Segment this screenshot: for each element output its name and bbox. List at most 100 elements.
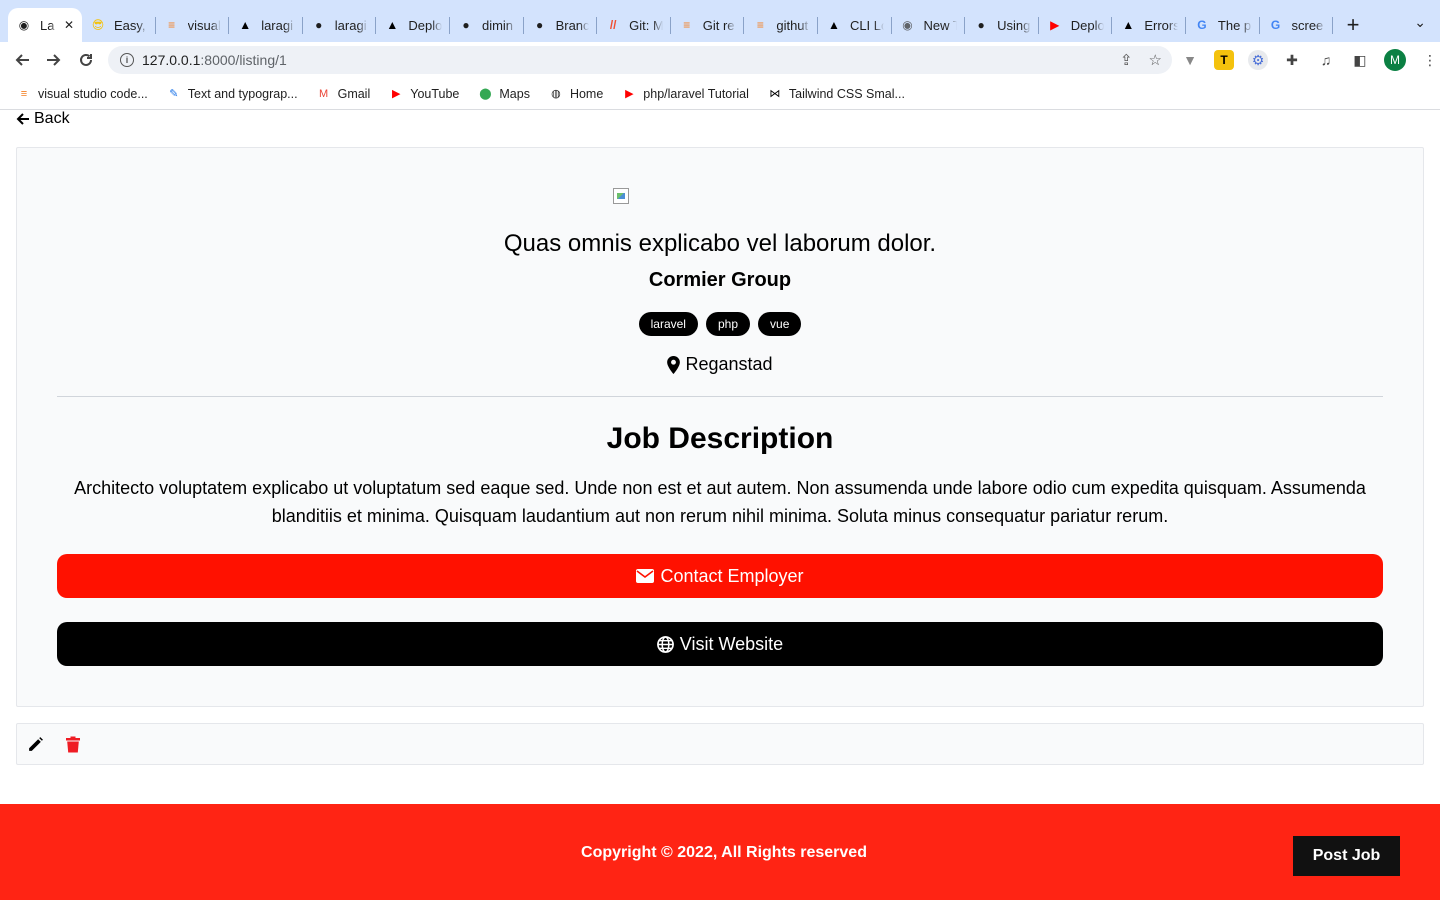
job-location: Reganstad [17,354,1423,375]
job-title: Quas omnis explicabo vel laborum dolor. [503,230,937,257]
tag-php[interactable]: php [705,312,751,336]
bookmark-item[interactable]: ▶ YouTube [388,86,459,102]
contact-employer-button[interactable]: Contact Employer [57,554,1383,598]
browser-tab[interactable]: 😎 Easy, [82,8,156,42]
visit-website-button[interactable]: Visit Website [57,622,1383,666]
extensions-puzzle-icon[interactable]: ✚ [1282,50,1302,70]
url-host: 127.0.0.1 [142,52,201,68]
github-icon: ● [977,18,985,32]
tab-title: Git: M [629,17,663,33]
globe-icon: ◍ [551,88,561,100]
media-controls-icon[interactable]: ♫ [1316,50,1336,70]
browser-tab[interactable]: ▶ Deplo [1039,8,1113,42]
browser-tab[interactable]: ◉ La ✕ [8,8,82,42]
back-link[interactable]: Back [16,110,70,128]
bookmark-star-icon[interactable]: ☆ [1149,51,1162,69]
tab-title: The p [1217,17,1252,33]
bookmark-item[interactable]: ▶ php/laravel Tutorial [621,86,749,102]
back-arrow-icon[interactable] [6,44,38,76]
maps-pin-icon: ⬤ [479,88,492,100]
back-label: Back [34,110,70,127]
tab-title: Deplo [1070,17,1105,33]
google-icon: G [1197,18,1207,32]
bowtie-icon: ⋈ [769,88,781,100]
listing-actions-bar [16,723,1424,765]
new-tab-button[interactable]: + [1333,8,1373,42]
tab-list: ◉ La ✕ 😎 Easy, ≡ visual ▲ laragi ● laragi ▲ Deplo ● di… [8,8,1334,42]
extension-t-icon[interactable]: T [1214,50,1234,70]
forward-arrow-icon[interactable] [38,44,70,76]
vue-devtools-icon[interactable]: ▼ [1180,50,1200,70]
tab-title: Deplo [408,17,442,33]
bookmark-item[interactable]: M Gmail [316,86,371,102]
vercel-icon: ▲ [1122,18,1135,32]
bookmark-label: visual studio code... [38,86,148,101]
git-icon: // [609,18,617,32]
tab-title: Git re [702,17,735,33]
section-divider [57,396,1383,397]
browser-tab[interactable]: ● Using [965,8,1039,42]
edit-pencil-icon[interactable] [25,734,45,754]
bookmark-label: Tailwind CSS Smal... [788,86,905,101]
browser-tab[interactable]: ● laragi [303,8,377,42]
listing-card: Quas omnis explicabo vel laborum dolor. … [16,147,1424,707]
browser-tab[interactable]: ▲ Deplo [376,8,450,42]
browser-tab[interactable]: ▲ CLI Lo [818,8,892,42]
tab-title: dimin [481,17,514,33]
bookmark-label: YouTube [410,86,460,101]
post-job-button[interactable]: Post Job [1293,836,1400,876]
gmail-icon: M [319,87,329,100]
tab-title: githut [776,17,809,33]
browser-menu-icon[interactable]: ⋮ [1420,50,1440,70]
youtube-icon: ▶ [392,88,401,100]
share-icon[interactable]: ⇪ [1120,51,1133,69]
browser-tab[interactable]: G The p [1186,8,1260,42]
tab-title: Errors [1144,17,1178,33]
browser-tab[interactable]: ◉ New T [892,8,966,42]
browser-tab[interactable]: // Git: M [597,8,671,42]
tab-close-icon[interactable]: ✕ [64,18,74,32]
stackoverflow-icon: ≡ [756,18,764,32]
bookmark-item[interactable]: ≡ visual studio code... [16,86,148,102]
envelope-icon [636,569,655,583]
address-bar[interactable]: i 127.0.0.1:8000/listing/1 ⇪ ☆ [108,46,1172,74]
browser-tab[interactable]: ▲ Errors [1112,8,1186,42]
stackoverflow-icon: ≡ [683,18,691,32]
browser-tab[interactable]: ≡ Git re [671,8,745,42]
vercel-icon: ▲ [386,18,399,32]
side-panel-icon[interactable]: ◧ [1350,50,1370,70]
location-label: Reganstad [685,354,773,374]
stackoverflow-icon: ≡ [168,18,176,32]
description-heading: Job Description [606,422,834,455]
profile-avatar[interactable]: M [1384,49,1406,71]
bookmark-item[interactable]: ⋈ Tailwind CSS Smal... [767,86,905,102]
browser-tab[interactable]: ▲ laragi [229,8,303,42]
vercel-icon: ▲ [239,18,252,32]
bookmark-item[interactable]: ⬤ Maps [477,86,530,102]
bookmark-label: php/laravel Tutorial [643,86,749,101]
bookmark-label: Home [569,86,604,101]
browser-tab[interactable]: ● Branc [524,8,598,42]
browser-tab[interactable]: Gscree [1260,8,1334,42]
browser-tab[interactable]: ≡ visual [156,8,230,42]
delete-trash-icon[interactable] [63,734,83,754]
github-icon: ● [315,18,323,32]
tab-title: Branc [555,17,590,33]
tab-search-chevron-icon[interactable]: ⌄ [1414,14,1426,31]
bookmark-item[interactable]: ◍ Home [548,86,603,102]
browser-tab[interactable]: ≡ githut [744,8,818,42]
site-info-icon[interactable]: i [120,53,134,67]
tag-vue[interactable]: vue [758,312,802,336]
job-description: Architecto voluptatem explicabo ut volup… [74,478,1366,526]
browser-toolbar: i 127.0.0.1:8000/listing/1 ⇪ ☆ ▼ T ⚙ ✚ ♫… [0,42,1440,78]
bookmark-item[interactable]: ✎ Text and typograp... [166,86,298,102]
youtube-icon: ▶ [1050,18,1060,32]
laravel-icon: ◉ [18,18,30,32]
sunglasses-emoji-icon: 😎 [91,18,105,32]
extension-gear-icon[interactable]: ⚙ [1248,50,1268,70]
browser-tab[interactable]: ● dimin [450,8,524,42]
bookmark-label: Text and typograp... [187,86,298,101]
bookmark-label: Gmail [337,86,371,101]
tag-laravel[interactable]: laravel [638,312,698,336]
reload-icon[interactable] [70,44,102,76]
